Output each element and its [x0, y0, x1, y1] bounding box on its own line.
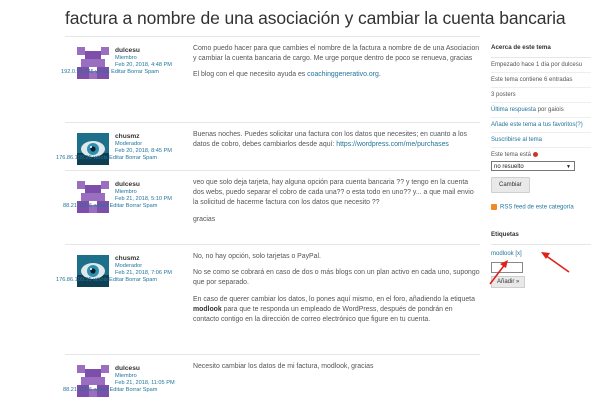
post-item: dulcesu Miembro Feb 21, 2018, 5:10 PM 88… — [63, 170, 480, 240]
add-tag-input[interactable] — [491, 261, 523, 273]
post-permalink[interactable]: Feb 21, 2018, 11:05 PM — [115, 380, 175, 386]
author-name[interactable]: dulcesu — [115, 47, 140, 54]
add-tag-button[interactable]: Añadir » — [491, 275, 526, 288]
topic-sidebar: Acerca de este tema Empezado hace 1 día … — [491, 44, 591, 288]
tag-list: modlook [x] — [491, 251, 591, 257]
author-role: Moderador — [115, 263, 143, 269]
blog-link[interactable]: coachinggenerativo.org — [307, 71, 379, 78]
post-permalink[interactable]: Feb 20, 2018, 4:48 PM — [115, 62, 172, 68]
tag-link-modlook[interactable]: modlook — [491, 251, 514, 257]
moderation-links[interactable]: 176.86.109.25 whois Editar Borrar Spam — [56, 155, 157, 161]
author-role: Miembro — [115, 373, 137, 379]
topic-posters: 3 posters — [491, 88, 591, 103]
moderation-links[interactable]: 176.86.109.25 whois Editar Borrar Spam — [56, 277, 157, 283]
favorite-item: Añade este tema a tus favoritos(?) — [491, 118, 591, 133]
post-item: dulcesu Miembro Feb 21, 2018, 11:05 PM 8… — [63, 354, 480, 413]
post-paragraph: No se como se cobrará en caso de dos o m… — [193, 269, 480, 287]
post-paragraph: El blog con el que necesito ayuda es coa… — [193, 71, 381, 79]
post-paragraph: Buenas noches. Puedes solicitar una fact… — [193, 131, 467, 149]
post-item: chusmz Moderador Feb 21, 2018, 7:06 PM 1… — [56, 244, 480, 372]
status-select[interactable]: no resuelto ▼ — [491, 161, 575, 171]
post-content: Necesito cambiar los datos de mi factura… — [193, 362, 480, 378]
post-paragraph: No, no hay opción, solo tarjetas o PayPa… — [193, 253, 321, 260]
topic-started: Empezado hace 1 día por dulcesu — [491, 58, 591, 73]
post-content: veo que solo deja tarjeta, hay alguna op… — [193, 178, 480, 231]
change-status-button[interactable]: Cambiar — [491, 177, 530, 193]
page-title: factura a nombre de una asociación y cam… — [65, 8, 566, 28]
remove-tag-button[interactable]: [x] — [515, 251, 521, 257]
author-role: Miembro — [115, 189, 137, 195]
author-name[interactable]: dulcesu — [115, 365, 140, 372]
moderation-links[interactable]: 88.21.116.6 whois Editar Borrar Spam — [63, 203, 157, 209]
post-content: Como puedo hacer para que cambies el nom… — [193, 44, 480, 87]
moderation-links[interactable]: 192.0.99.245 whois Editar Borrar Spam — [61, 69, 159, 75]
post-permalink[interactable]: Feb 21, 2018, 7:06 PM — [115, 270, 172, 276]
topic-entries: Este tema contiene 6 entradas — [491, 73, 591, 88]
post-paragraph: Como puedo hacer para que cambies el nom… — [193, 45, 480, 63]
rss-item: RSS feed de este categoría — [491, 204, 591, 211]
status-label: Este tema está — [491, 152, 532, 158]
post-permalink[interactable]: Feb 20, 2018, 8:45 PM — [115, 148, 172, 154]
post-paragraph: Necesito cambiar los datos de mi factura… — [193, 363, 374, 370]
post-content: Buenas noches. Puedes solicitar una fact… — [193, 130, 480, 156]
post-content: No, no hay opción, solo tarjetas o PayPa… — [193, 252, 480, 331]
chevron-down-icon: ▼ — [566, 164, 571, 170]
author-role: Moderador — [115, 141, 143, 147]
subscribe-item: Suscribirse al tema — [491, 133, 591, 148]
status-dot-icon — [533, 151, 539, 157]
rss-link[interactable]: RSS feed de este categoría — [500, 205, 574, 211]
about-topic-heading: Acerca de este tema — [491, 44, 591, 58]
author-name[interactable]: chusmz — [115, 255, 140, 262]
post-paragraph: veo que solo deja tarjeta, hay alguna op… — [193, 179, 474, 207]
post-permalink[interactable]: Feb 21, 2018, 5:10 PM — [115, 196, 172, 202]
tags-heading: Etiquetas — [491, 231, 591, 245]
last-reply-link[interactable]: Última respuesta — [491, 107, 536, 113]
modlook-tag-text: modlook — [193, 305, 222, 313]
author-role: Miembro — [115, 55, 137, 61]
topic-status: Este tema está no resuelto ▼ Cambiar — [491, 148, 591, 196]
post-paragraph: En caso de querer cambiar los datos, lo … — [193, 295, 475, 324]
purchases-link[interactable]: https://wordpress.com/me/purchases — [336, 141, 449, 148]
rss-icon — [491, 204, 497, 210]
last-reply: Última respuesta por gaiois — [491, 103, 591, 118]
post-paragraph: gracias — [193, 215, 216, 223]
favorite-link[interactable]: Añade este tema a tus favoritos(?) — [491, 122, 583, 128]
author-name[interactable]: chusmz — [115, 133, 140, 140]
post-item: dulcesu Miembro Feb 20, 2018, 4:48 PM 19… — [61, 36, 480, 124]
moderation-links[interactable]: 88.21.116.6 whois Editar Borrar Spam — [63, 387, 157, 393]
subscribe-link[interactable]: Suscribirse al tema — [491, 137, 542, 143]
author-name[interactable]: dulcesu — [115, 181, 140, 188]
